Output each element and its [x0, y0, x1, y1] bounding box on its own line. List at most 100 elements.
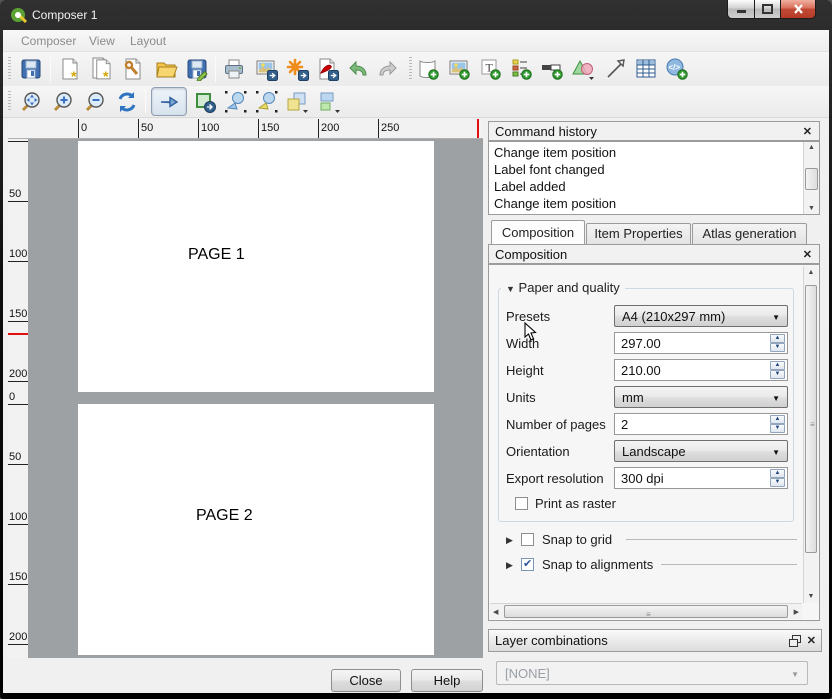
page-2-label[interactable]: PAGE 2 [196, 507, 253, 525]
panel-vertical-scrollbar[interactable]: ▲ ≡ ▼ [803, 266, 818, 603]
spin-down-icon[interactable]: ▼ [770, 424, 785, 433]
scroll-up-icon[interactable]: ▲ [804, 269, 818, 276]
spin-down-icon[interactable]: ▼ [770, 343, 785, 352]
zoom-out-icon[interactable] [81, 88, 109, 116]
scroll-left-icon[interactable]: ◀ [493, 608, 498, 616]
mouse-cursor [524, 322, 538, 342]
raise-selected-items-icon[interactable] [283, 88, 311, 116]
new-composition-icon[interactable]: * [56, 55, 84, 83]
snap-to-grid-checkbox[interactable] [521, 533, 534, 546]
undo-icon[interactable] [345, 55, 373, 83]
toolbar-drag-handle[interactable] [8, 91, 11, 112]
scrollbar-thumb[interactable]: ≡ [504, 605, 788, 618]
add-basic-shape-icon[interactable] [569, 55, 597, 83]
toolbar-drag-handle[interactable] [8, 57, 11, 81]
toolbar-separator [50, 56, 51, 82]
page-1[interactable]: PAGE 1 [78, 141, 434, 392]
paper-quality-header[interactable]: ▼ Paper and quality [501, 280, 625, 295]
title-bar[interactable]: Composer 1 [0, 0, 832, 30]
orientation-combo[interactable]: Landscape▼ [614, 440, 788, 462]
snap-to-alignments-checkbox[interactable] [521, 558, 534, 571]
align-selected-items-icon[interactable] [315, 88, 343, 116]
refresh-icon[interactable] [113, 88, 141, 116]
scroll-up-icon[interactable]: ▲ [804, 144, 819, 151]
export-image-icon[interactable] [252, 55, 280, 83]
help-button[interactable]: Help [411, 669, 483, 692]
zoom-in-icon[interactable] [49, 88, 77, 116]
maximize-button[interactable] [754, 0, 781, 19]
spin-up-icon[interactable]: ▲ [770, 334, 785, 343]
add-arrow-icon[interactable] [602, 55, 630, 83]
add-label-icon[interactable]: T [476, 55, 504, 83]
print-icon[interactable] [220, 55, 248, 83]
save-template-icon[interactable] [183, 55, 211, 83]
composition-canvas[interactable]: PAGE 1 PAGE 2 [28, 139, 483, 658]
presets-combo[interactable]: A4 (210x297 mm)▼ [614, 305, 788, 327]
menu-composer[interactable]: Composer [21, 34, 76, 48]
save-project-icon[interactable] [17, 55, 45, 83]
tab-item-properties[interactable]: Item Properties [586, 223, 691, 244]
group-items-icon[interactable] [222, 88, 250, 116]
layer-combination-combo[interactable]: [NONE] ▼ [496, 661, 808, 685]
tab-atlas-generation[interactable]: Atlas generation [692, 223, 807, 244]
minimize-button[interactable] [727, 0, 754, 19]
spin-up-icon[interactable]: ▲ [770, 415, 785, 424]
list-item[interactable]: Change item position [494, 196, 616, 211]
scrollbar-thumb[interactable] [805, 168, 818, 190]
float-panel-icon[interactable] [789, 635, 801, 647]
scroll-right-icon[interactable]: ▶ [794, 608, 799, 616]
page-2[interactable]: PAGE 2 [78, 404, 434, 655]
collapse-triangle-icon[interactable]: ▼ [506, 284, 515, 294]
scroll-down-icon[interactable]: ▼ [804, 593, 818, 600]
composition-manager-icon[interactable] [119, 55, 147, 83]
add-image-icon[interactable] [445, 55, 473, 83]
list-item[interactable]: Label added [494, 179, 566, 194]
add-html-icon[interactable]: </> [663, 55, 691, 83]
list-scrollbar[interactable]: ▲ ▼ [803, 142, 819, 214]
scrollbar-thumb[interactable]: ≡ [805, 285, 817, 553]
spin-up-icon[interactable]: ▲ [770, 361, 785, 370]
width-spinbox[interactable]: 297.00▲▼ [614, 332, 788, 354]
spin-up-icon[interactable]: ▲ [770, 469, 785, 478]
menu-layout[interactable]: Layout [130, 34, 166, 48]
export-svg-icon[interactable] [283, 55, 311, 83]
close-panel-icon[interactable]: ✕ [807, 634, 816, 647]
page-1-label[interactable]: PAGE 1 [188, 246, 245, 264]
tab-composition[interactable]: Composition [491, 220, 585, 244]
spin-down-icon[interactable]: ▼ [770, 478, 785, 487]
menu-view[interactable]: View [89, 34, 115, 48]
move-item-content-icon[interactable] [191, 88, 219, 116]
zoom-full-icon[interactable] [17, 88, 45, 116]
panel-horizontal-scrollbar[interactable]: ◀ ≡ ▶ [490, 603, 802, 619]
command-history-list[interactable]: Change item position Label font changed … [488, 141, 820, 215]
spin-down-icon[interactable]: ▼ [770, 370, 785, 379]
close-panel-icon[interactable]: ✕ [803, 125, 812, 138]
load-template-icon[interactable] [152, 55, 180, 83]
expand-triangle-icon[interactable]: ▶ [506, 535, 513, 546]
add-new-map-icon[interactable] [414, 55, 442, 83]
add-scalebar-icon[interactable] [538, 55, 566, 83]
close-panel-icon[interactable]: ✕ [803, 248, 812, 261]
duplicate-composition-icon[interactable]: * [88, 55, 116, 83]
list-item[interactable]: Change item position [494, 145, 616, 160]
ungroup-items-icon[interactable] [253, 88, 281, 116]
redo-icon[interactable] [373, 55, 401, 83]
list-item[interactable]: Label font changed [494, 162, 605, 177]
export-pdf-icon[interactable] [313, 55, 341, 83]
units-combo[interactable]: mm▼ [614, 386, 788, 408]
select-move-item-icon[interactable] [151, 87, 187, 116]
toolbar-drag-handle[interactable] [409, 57, 412, 81]
expand-triangle-icon[interactable]: ▶ [506, 560, 513, 571]
scroll-down-icon[interactable]: ▼ [804, 205, 819, 212]
close-button[interactable]: Close [331, 669, 401, 692]
ruler-label: 100 [201, 122, 219, 134]
ruler-label: 200 [321, 122, 339, 134]
export-resolution-spinbox[interactable]: 300 dpi▲▼ [614, 467, 788, 489]
add-attribute-table-icon[interactable] [632, 55, 660, 83]
print-as-raster-checkbox[interactable] [515, 497, 528, 510]
height-spinbox[interactable]: 210.00▲▼ [614, 359, 788, 381]
number-of-pages-spinbox[interactable]: 2▲▼ [614, 413, 788, 435]
add-legend-icon[interactable] [507, 55, 535, 83]
close-window-button[interactable] [781, 0, 816, 19]
qgis-icon [10, 6, 27, 23]
